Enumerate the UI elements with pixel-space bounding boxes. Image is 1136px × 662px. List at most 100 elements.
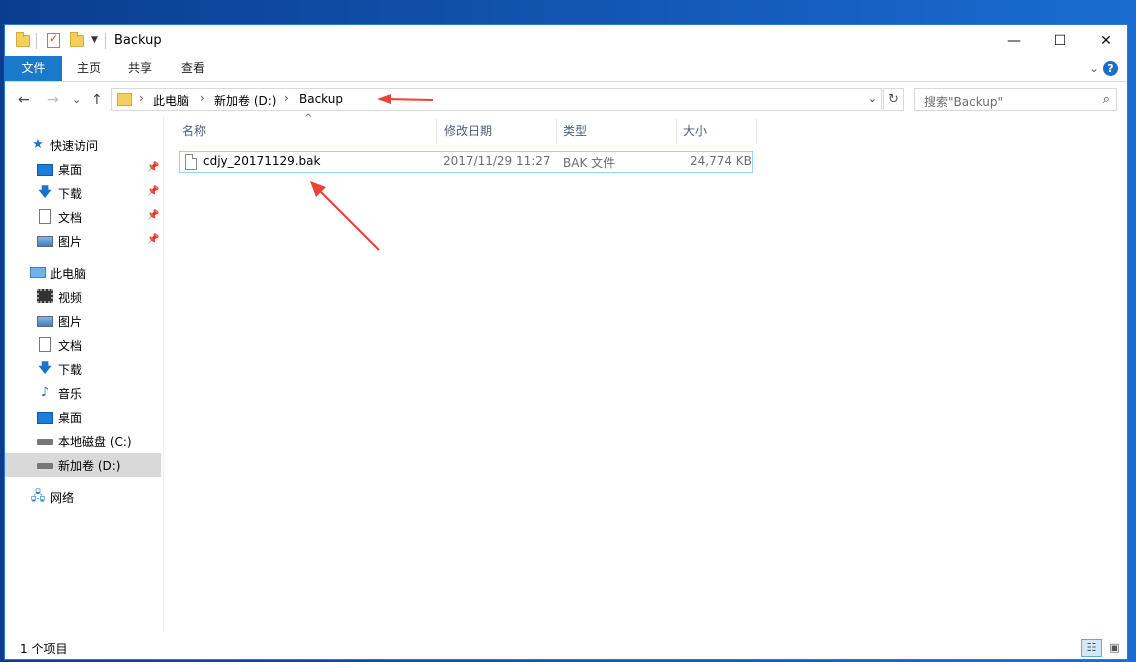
sidebar-item-quick-pictures[interactable]: 图片 📌 — [5, 229, 161, 253]
breadcrumb-backup[interactable]: Backup — [299, 92, 343, 106]
tab-share[interactable]: 共享 — [120, 56, 160, 81]
desktop-icon — [37, 164, 53, 176]
download-icon: 🡇 — [38, 185, 52, 200]
large-icons-view-icon[interactable]: ▣ — [1104, 639, 1125, 657]
search-box[interactable]: 搜索"Backup" ⌕ — [914, 88, 1117, 111]
sidebar-item-network[interactable]: 🖧 网络 — [5, 485, 161, 509]
folder-icon — [16, 32, 30, 47]
sidebar-item-label: 桌面 — [58, 411, 83, 425]
sort-ascending-icon: ^ — [304, 113, 313, 124]
help-icon[interactable]: ? — [1103, 61, 1118, 76]
network-icon: 🖧 — [30, 489, 46, 504]
pin-icon: 📌 — [147, 186, 160, 197]
document-icon — [39, 337, 51, 352]
column-header-type[interactable]: 类型 — [563, 119, 587, 144]
sidebar-item-label: 下载 — [58, 187, 83, 201]
details-view-icon[interactable]: ☷ — [1081, 639, 1102, 657]
sidebar-item-label: 图片 — [58, 235, 83, 249]
drive-icon — [37, 463, 53, 469]
column-divider[interactable] — [676, 119, 677, 144]
address-row: ← → ⌄ ↑ › 此电脑 › 新加卷 (D:) › Backup ⌄ ↻ 搜索… — [5, 83, 1127, 117]
file-type: BAK 文件 — [563, 156, 616, 170]
sidebar-item-quick-access[interactable]: ★ 快速访问 — [5, 133, 161, 157]
customize-toolbar-icon[interactable]: ▼ — [91, 35, 98, 51]
pictures-icon — [37, 316, 53, 327]
breadcrumb-this-pc[interactable]: 此电脑 — [153, 92, 189, 109]
sidebar-item-label: 新加卷 (D:) — [58, 459, 121, 473]
window-title: Backup — [114, 33, 162, 48]
pin-icon: 📌 — [147, 162, 160, 173]
desktop-icon — [37, 412, 53, 424]
item-count: 1 个项目 — [20, 642, 68, 656]
address-dropdown-icon[interactable]: ⌄ — [868, 92, 877, 105]
address-bar[interactable]: › 此电脑 › 新加卷 (D:) › Backup ⌄ — [111, 88, 882, 111]
column-header-name[interactable]: 名称 — [182, 119, 206, 144]
table-row[interactable]: cdjy_20171129.bak 2017/11/29 11:27 BAK 文… — [179, 151, 753, 173]
search-icon: ⌕ — [1102, 92, 1110, 107]
sidebar-item-label: 图片 — [58, 315, 83, 329]
forward-icon[interactable]: → — [47, 92, 59, 108]
sidebar-item-quick-desktop[interactable]: 桌面 📌 — [5, 157, 161, 181]
tab-file[interactable]: 文件 — [5, 56, 62, 81]
file-size: 24,774 KB — [690, 154, 752, 168]
divider — [36, 33, 37, 49]
sidebar-item-label: 文档 — [58, 211, 83, 225]
pin-icon: 📌 — [147, 210, 160, 221]
sidebar-item-label: 文档 — [58, 339, 83, 353]
tab-home[interactable]: 主页 — [69, 56, 109, 81]
title-bar: ▼ Backup — ☐ ✕ — [5, 25, 1127, 56]
document-icon — [39, 209, 51, 224]
status-bar: 1 个项目 ☷ ▣ — [5, 637, 1127, 659]
file-icon — [185, 154, 197, 170]
refresh-button[interactable]: ↻ — [883, 88, 904, 111]
star-icon: ★ — [32, 137, 44, 152]
sidebar-item-drive-c[interactable]: 本地磁盘 (C:) — [5, 429, 161, 453]
maximize-button[interactable]: ☐ — [1037, 25, 1083, 56]
sidebar-item-label: 桌面 — [58, 163, 83, 177]
column-header-size[interactable]: 大小 — [683, 119, 707, 144]
sidebar-item-videos[interactable]: 视频 — [5, 285, 161, 309]
sidebar-item-downloads[interactable]: 🡇 下载 — [5, 357, 161, 381]
sidebar-item-pictures[interactable]: 图片 — [5, 309, 161, 333]
tab-view[interactable]: 查看 — [172, 56, 214, 81]
sidebar-item-label: 本地磁盘 (C:) — [58, 435, 132, 449]
ribbon-tabs: 文件 主页 共享 查看 ⌄ — [5, 56, 1127, 82]
up-icon[interactable]: ↑ — [91, 92, 103, 108]
column-divider[interactable] — [436, 119, 437, 144]
new-folder-icon[interactable] — [70, 32, 84, 47]
download-icon: 🡇 — [38, 361, 52, 376]
minimize-button[interactable]: — — [991, 25, 1037, 56]
file-name[interactable]: cdjy_20171129.bak — [203, 154, 320, 168]
divider — [105, 33, 106, 49]
sidebar-item-quick-documents[interactable]: 文档 📌 — [5, 205, 161, 229]
back-icon[interactable]: ← — [18, 92, 30, 108]
sidebar-item-desktop[interactable]: 桌面 — [5, 405, 161, 429]
column-divider[interactable] — [756, 119, 757, 144]
file-list: ^ 名称 修改日期 类型 大小 cdjy_20171129.bak 2017/1… — [164, 113, 1114, 637]
column-header-date[interactable]: 修改日期 — [444, 119, 492, 144]
properties-icon[interactable] — [47, 32, 60, 48]
pictures-icon — [37, 236, 53, 247]
sidebar-item-music[interactable]: ♪ 音乐 — [5, 381, 161, 405]
sidebar-item-this-pc[interactable]: 此电脑 — [5, 261, 161, 285]
search-input[interactable]: 搜索"Backup" — [924, 93, 1003, 110]
sidebar-item-label: 音乐 — [58, 387, 83, 401]
pin-icon: 📌 — [147, 234, 160, 245]
breadcrumb-drive-d[interactable]: 新加卷 (D:) — [214, 92, 276, 109]
sidebar-item-quick-downloads[interactable]: 🡇 下载 📌 — [5, 181, 161, 205]
recent-locations-icon[interactable]: ⌄ — [72, 93, 81, 106]
computer-icon — [30, 267, 46, 278]
navigation-pane: ★ 快速访问 桌面 📌 🡇 下载 📌 文档 📌 图片 📌 此电脑 视频 图片 文… — [5, 117, 163, 637]
sidebar-item-label: 网络 — [50, 491, 75, 505]
breadcrumb-separator: › — [139, 91, 144, 105]
drive-icon — [37, 439, 53, 445]
videos-icon — [37, 289, 53, 303]
sidebar-item-label: 快速访问 — [50, 139, 99, 153]
file-date: 2017/11/29 11:27 — [443, 154, 551, 168]
sidebar-item-documents[interactable]: 文档 — [5, 333, 161, 357]
sidebar-item-drive-d[interactable]: 新加卷 (D:) — [5, 453, 161, 477]
sidebar-item-label: 下载 — [58, 363, 83, 377]
close-button[interactable]: ✕ — [1083, 25, 1129, 56]
ribbon-collapse-icon[interactable]: ⌄ — [1089, 61, 1099, 75]
column-divider[interactable] — [556, 119, 557, 144]
